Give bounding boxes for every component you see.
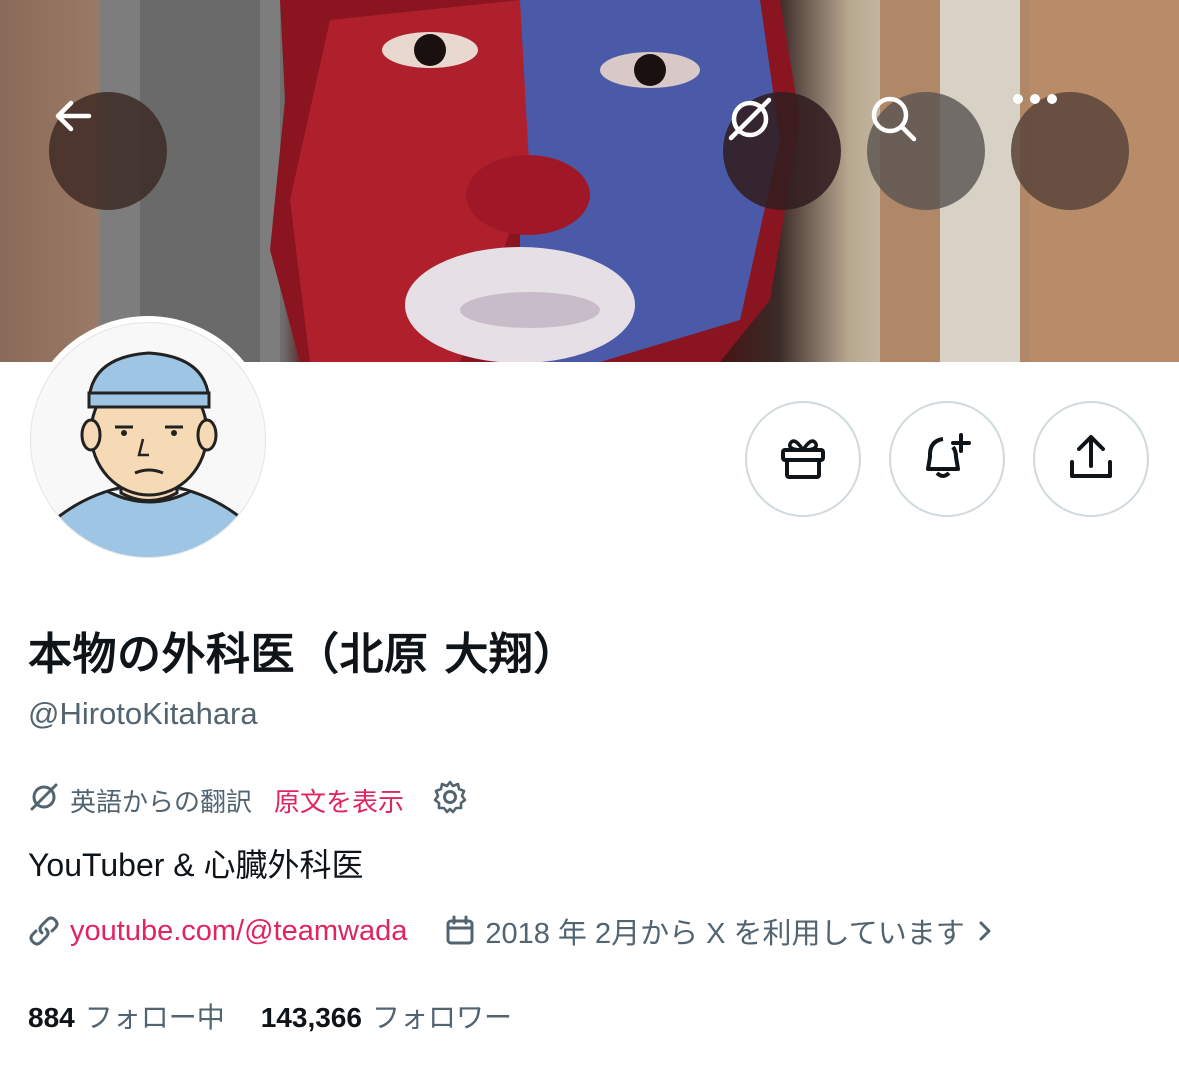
bio: YouTuber & 心臓外科医 — [28, 847, 364, 883]
calendar-icon — [445, 915, 475, 947]
followers-count: 143,366 — [260, 1002, 362, 1033]
translate-icon — [28, 781, 60, 820]
grok-button[interactable] — [723, 92, 841, 210]
gift-button[interactable] — [745, 401, 861, 517]
translation-settings-button[interactable] — [432, 779, 468, 822]
profile-banner[interactable] — [0, 0, 1179, 362]
share-button[interactable] — [1033, 401, 1149, 517]
joined-date-button[interactable]: 2018 年 2月から X を利用しています — [445, 910, 992, 952]
notify-button[interactable] — [889, 401, 1005, 517]
followers-label: フォロワー — [371, 1001, 512, 1034]
following-link[interactable]: 884 フォロー中 — [28, 996, 225, 1036]
banner-image — [100, 0, 1179, 362]
handle: @HirotoKitahara — [28, 696, 258, 731]
avatar-frame[interactable] — [24, 316, 272, 564]
following-label: フォロー中 — [84, 1001, 225, 1034]
chevron-right-icon — [977, 919, 993, 943]
website-link[interactable]: youtube.com/@teamwada — [70, 915, 407, 948]
bell-plus-icon — [919, 429, 975, 489]
display-name: 本物の外科医（北原 大翔） — [28, 629, 578, 680]
share-icon — [1064, 430, 1118, 488]
search-button[interactable] — [867, 92, 985, 210]
avatar — [30, 322, 266, 558]
back-button[interactable] — [49, 92, 167, 210]
joined-date: 2018 年 2月から X を利用しています — [485, 918, 965, 950]
follow-stats: 884 フォロー中 143,366 フォロワー — [28, 996, 512, 1036]
translation-bar: 英語からの翻訳 原文を表示 — [28, 780, 468, 820]
show-original-link[interactable]: 原文を表示 — [274, 782, 404, 819]
more-button[interactable] — [1011, 92, 1129, 210]
gear-icon — [432, 779, 468, 822]
following-count: 884 — [28, 1002, 75, 1033]
gift-icon — [776, 430, 830, 488]
followers-link[interactable]: 143,366 フォロワー — [261, 996, 512, 1036]
link-icon — [28, 915, 60, 947]
translation-note: 英語からの翻訳 — [70, 787, 253, 818]
profile-meta: youtube.com/@teamwada 2018 年 2月から X を利用し… — [28, 908, 993, 954]
